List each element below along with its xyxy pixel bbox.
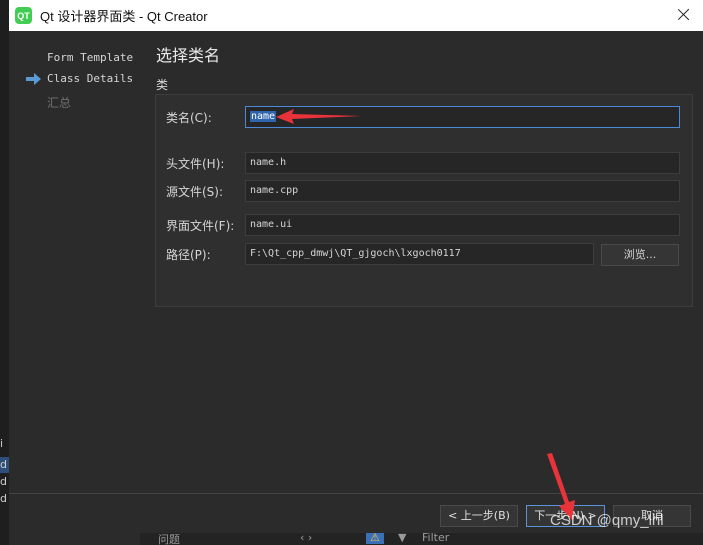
qt-logo-icon: QT [15,7,32,24]
background-window-statusbar: 问题 ‹ › ⚠ ▼ Filter [140,533,703,545]
window-title: Qt 设计器界面类 - Qt Creator [40,9,208,24]
nav-arrows-icon: ‹ › [300,533,313,544]
class-name-input[interactable]: name [245,106,680,128]
header-file-label: 头文件(H): [166,157,225,171]
dialog-titlebar: QT Qt 设计器界面类 - Qt Creator [9,0,703,31]
filter-field: Filter [422,533,450,544]
step-summary: 汇总 [47,96,72,110]
source-file-input[interactable]: name.cpp [245,180,680,202]
wizard-steps: Form Template Class Details 汇总 [9,31,149,493]
path-label: 路径(P): [166,248,211,262]
issues-tab: 问题 [158,533,180,545]
warning-icon: ⚠ [366,533,384,544]
form-file-input[interactable]: name.ui [245,214,680,236]
class-name-value: name [250,111,277,122]
background-letter: i [0,437,4,450]
path-input[interactable]: F:\Qt_cpp_dmwj\QT_gjgoch\lxgoch0117 [245,243,594,265]
filter-dropdown-icon: ▼ [398,533,407,544]
close-icon[interactable] [675,6,693,24]
wizard-panel: Form Template Class Details 汇总 选择类名 类 类名… [9,31,703,493]
step-class-details: Class Details [47,72,134,85]
header-file-input[interactable]: name.h [245,152,680,174]
csdn-watermark: CSDN @qmy_lhl [550,512,664,529]
step-form-template: Form Template [47,51,134,64]
form-file-label: 界面文件(F): [166,219,235,233]
background-letter: d [0,492,7,505]
background-letter: d [0,475,7,488]
browse-button[interactable]: 浏览... [601,244,679,266]
source-file-label: 源文件(S): [166,185,224,199]
section-title: 类 [156,78,169,92]
background-window-edge: i d d d [0,0,9,545]
background-letter: d [0,457,9,473]
back-button[interactable]: < 上一步(B) [440,505,518,527]
class-name-label: 类名(C): [166,111,212,125]
page-title: 选择类名 [156,46,221,65]
current-step-arrow-icon [26,73,41,85]
